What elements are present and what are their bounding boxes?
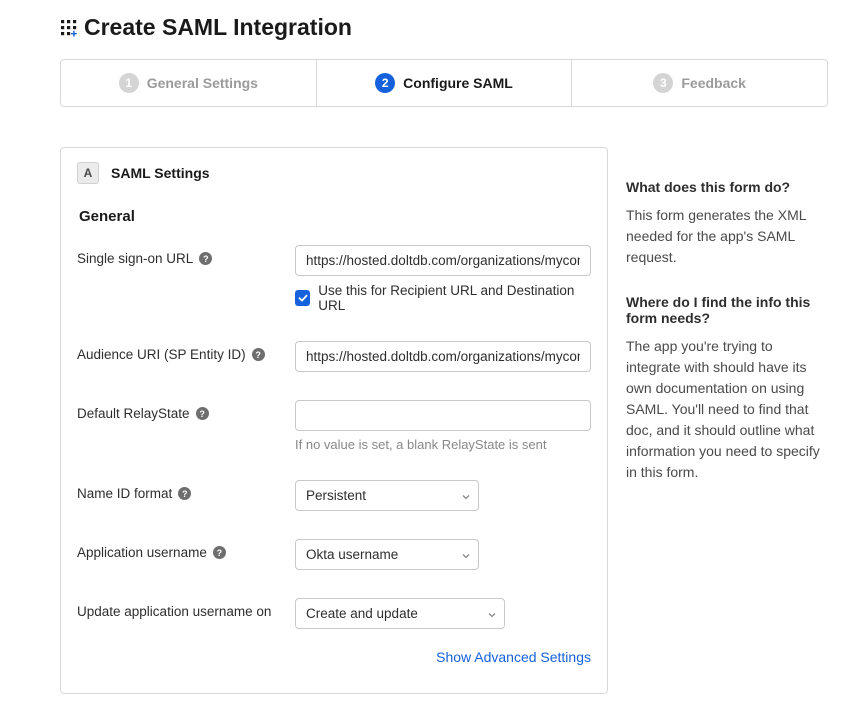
step-label: General Settings: [147, 75, 258, 91]
step-number: 1: [119, 73, 139, 93]
sidebar-answer-1: This form generates the XML needed for t…: [626, 205, 824, 268]
section-badge: A: [77, 162, 99, 184]
help-icon[interactable]: ?: [213, 546, 226, 559]
step-number: 3: [653, 73, 673, 93]
saml-settings-card: A SAML Settings General Single sign-on U…: [60, 147, 608, 694]
relay-state-helper: If no value is set, a blank RelayState i…: [295, 437, 591, 452]
sidebar-answer-2: The app you're trying to integrate with …: [626, 336, 824, 483]
field-app-username: Application username ? Okta username: [77, 539, 591, 570]
step-configure-saml[interactable]: 2 Configure SAML: [317, 60, 573, 106]
show-advanced-settings-link[interactable]: Show Advanced Settings: [436, 649, 591, 665]
page-title: Create SAML Integration: [84, 14, 352, 41]
recipient-url-checkbox-label: Use this for Recipient URL and Destinati…: [318, 283, 591, 313]
help-icon[interactable]: ?: [199, 252, 212, 265]
step-number: 2: [375, 73, 395, 93]
update-username-on-label: Update application username on: [77, 604, 271, 619]
audience-uri-input[interactable]: [295, 341, 591, 372]
field-update-username-on: Update application username on Create an…: [77, 598, 591, 629]
help-sidebar: What does this form do? This form genera…: [626, 147, 828, 509]
help-icon[interactable]: ?: [178, 487, 191, 500]
field-name-id-format: Name ID format ? Persistent: [77, 480, 591, 511]
section-header: A SAML Settings: [77, 162, 591, 184]
sso-url-input[interactable]: [295, 245, 591, 276]
relay-state-input[interactable]: [295, 400, 591, 431]
field-sso-url: Single sign-on URL ? Use this for Recipi…: [77, 245, 591, 313]
sidebar-question-1: What does this form do?: [626, 179, 824, 195]
subsection-general: General: [79, 208, 591, 225]
field-audience-uri: Audience URI (SP Entity ID) ?: [77, 341, 591, 372]
page-header: Create SAML Integration: [60, 14, 828, 41]
audience-uri-label: Audience URI (SP Entity ID): [77, 347, 246, 362]
step-label: Feedback: [681, 75, 746, 91]
apps-grid-icon: [60, 19, 78, 37]
app-username-label: Application username: [77, 545, 207, 560]
step-feedback[interactable]: 3 Feedback: [572, 60, 827, 106]
name-id-format-select[interactable]: Persistent: [295, 480, 479, 511]
sso-url-label: Single sign-on URL: [77, 251, 193, 266]
section-title: SAML Settings: [111, 165, 210, 181]
step-general-settings[interactable]: 1 General Settings: [61, 60, 317, 106]
update-username-on-select[interactable]: Create and update: [295, 598, 505, 629]
relay-state-label: Default RelayState: [77, 406, 190, 421]
help-icon[interactable]: ?: [252, 348, 265, 361]
name-id-format-label: Name ID format: [77, 486, 172, 501]
help-icon[interactable]: ?: [196, 407, 209, 420]
app-username-select[interactable]: Okta username: [295, 539, 479, 570]
wizard-stepper: 1 General Settings 2 Configure SAML 3 Fe…: [60, 59, 828, 107]
step-label: Configure SAML: [403, 75, 513, 91]
field-relay-state: Default RelayState ? If no value is set,…: [77, 400, 591, 452]
sidebar-question-2: Where do I find the info this form needs…: [626, 294, 824, 326]
recipient-url-checkbox[interactable]: [295, 290, 310, 306]
